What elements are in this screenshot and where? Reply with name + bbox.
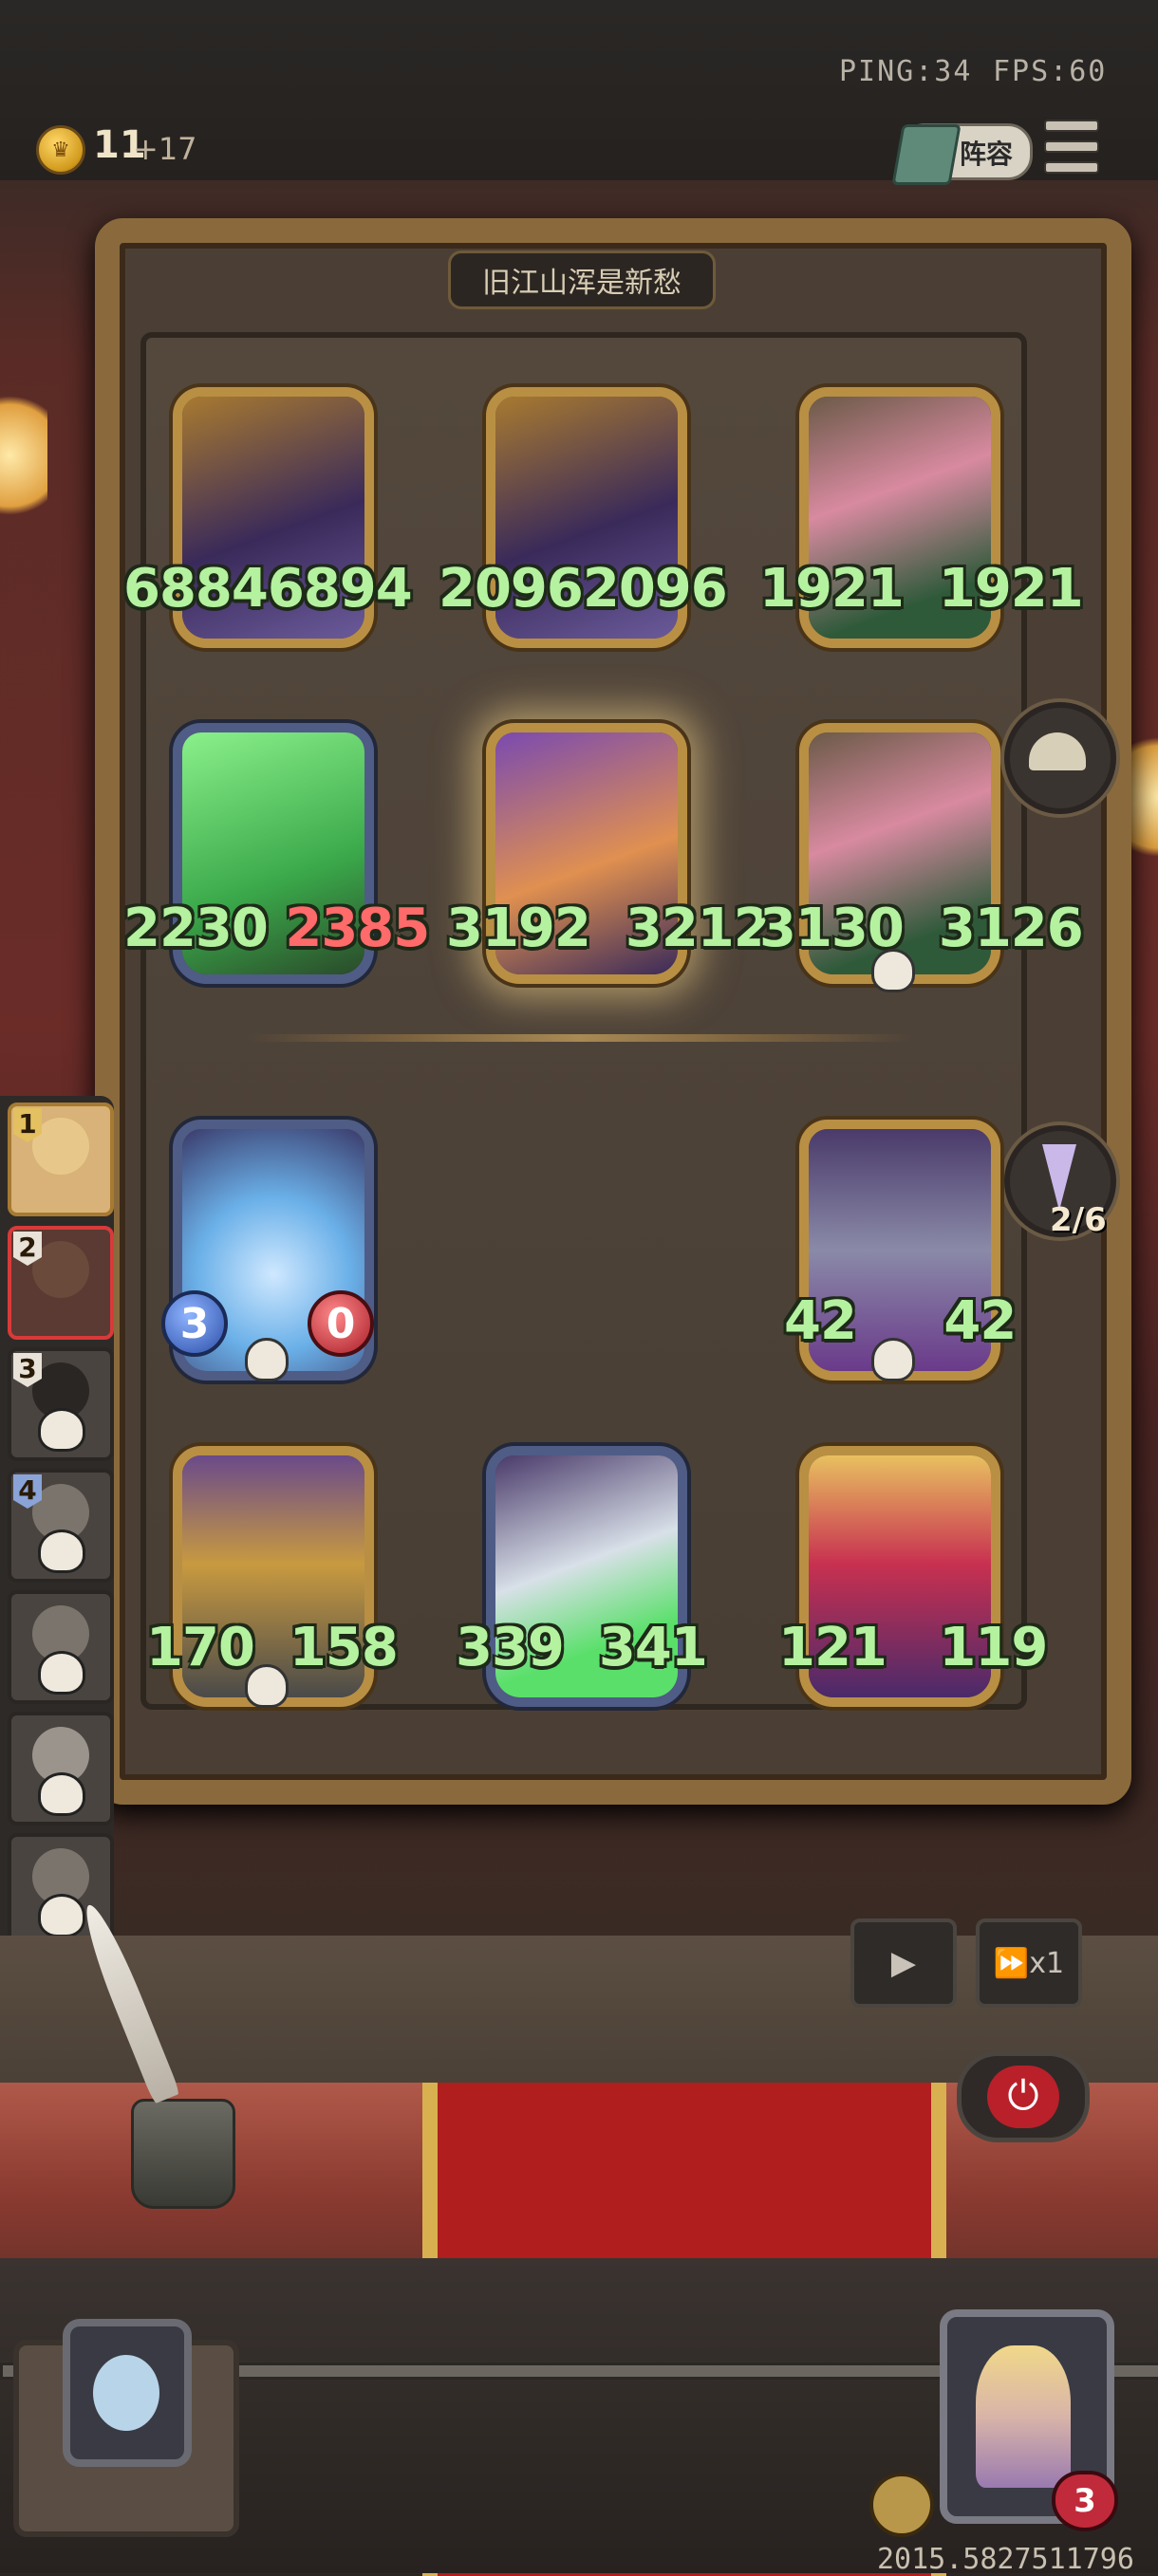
skull-icon: [38, 1651, 85, 1695]
enemy-unit-stats: 20962096: [439, 558, 728, 620]
enemy-unit-stats: 68846894: [123, 558, 413, 620]
player-avatar: [976, 2345, 1071, 2488]
skull-icon: [38, 1894, 85, 1937]
book-icon: [891, 124, 962, 185]
queue-player-4[interactable]: 4: [8, 1469, 114, 1583]
lives-heart-icon: 3: [1052, 2471, 1118, 2531]
speed-button[interactable]: ⏩ x1: [976, 1918, 1082, 2008]
lineup-label: 阵容: [960, 139, 1014, 170]
enemy-unit-stats: 3192 3212: [446, 898, 771, 959]
unit-health-orb: 0: [308, 1290, 374, 1357]
wall-lamp-left: [0, 380, 47, 531]
skull-icon: [38, 1772, 85, 1816]
game-timer: 2015.5827511796: [877, 2543, 1134, 2576]
skull-icon: [245, 1338, 289, 1381]
fast-forward-icon: ⏩: [993, 1946, 1030, 1980]
lineup-button[interactable]: 阵容: [891, 123, 1033, 185]
ghost-avatar: [93, 2355, 159, 2431]
board-divider: [247, 1034, 911, 1042]
fps-readout: FPS:60: [993, 55, 1108, 88]
skull-icon: [245, 1664, 289, 1708]
skull-icon: [871, 1338, 915, 1381]
queue-player-1[interactable]: 1: [8, 1103, 114, 1216]
menu-icon: [1044, 120, 1099, 132]
crown-coin-icon: ♛: [36, 125, 85, 175]
play-button[interactable]: ▶: [850, 1918, 957, 2008]
skull-icon: [38, 1408, 85, 1452]
ping-readout: PING:34: [839, 55, 973, 88]
bell-icon[interactable]: [869, 2473, 934, 2537]
gold-income: +17: [133, 131, 197, 167]
menu-button[interactable]: [1044, 120, 1099, 174]
queue-player-6[interactable]: [8, 1712, 114, 1825]
enemy-unit-stats: 2230 2385: [123, 898, 430, 959]
board-title: 旧江山浑是新愁: [448, 250, 716, 309]
inkwell-icon: [131, 2099, 235, 2209]
enemy-unit-stats: 3130 3126: [759, 898, 1084, 959]
power-icon: ⏻: [987, 2066, 1059, 2128]
skull-icon: [38, 1529, 85, 1573]
fan-ability-button[interactable]: [1004, 702, 1116, 814]
player-unit-stats: 339 341: [456, 1617, 708, 1678]
spell-progress: 2/6: [1050, 1201, 1107, 1239]
exit-button[interactable]: ⏻: [957, 2051, 1090, 2142]
queue-player-5[interactable]: [8, 1590, 114, 1704]
enemy-unit-stats: 1921 1921: [759, 558, 1084, 620]
play-icon: ▶: [890, 1944, 917, 1982]
fan-icon: [1029, 732, 1086, 770]
skull-icon: [871, 949, 915, 992]
queue-player-3[interactable]: 3: [8, 1347, 114, 1461]
queue-player-2[interactable]: 2: [8, 1226, 114, 1340]
opponent-portrait[interactable]: [63, 2319, 192, 2467]
speed-label: x1: [1029, 1946, 1065, 1980]
player-unit-stats: 121 119: [778, 1617, 1048, 1678]
unit-attack-orb: 3: [161, 1290, 228, 1357]
